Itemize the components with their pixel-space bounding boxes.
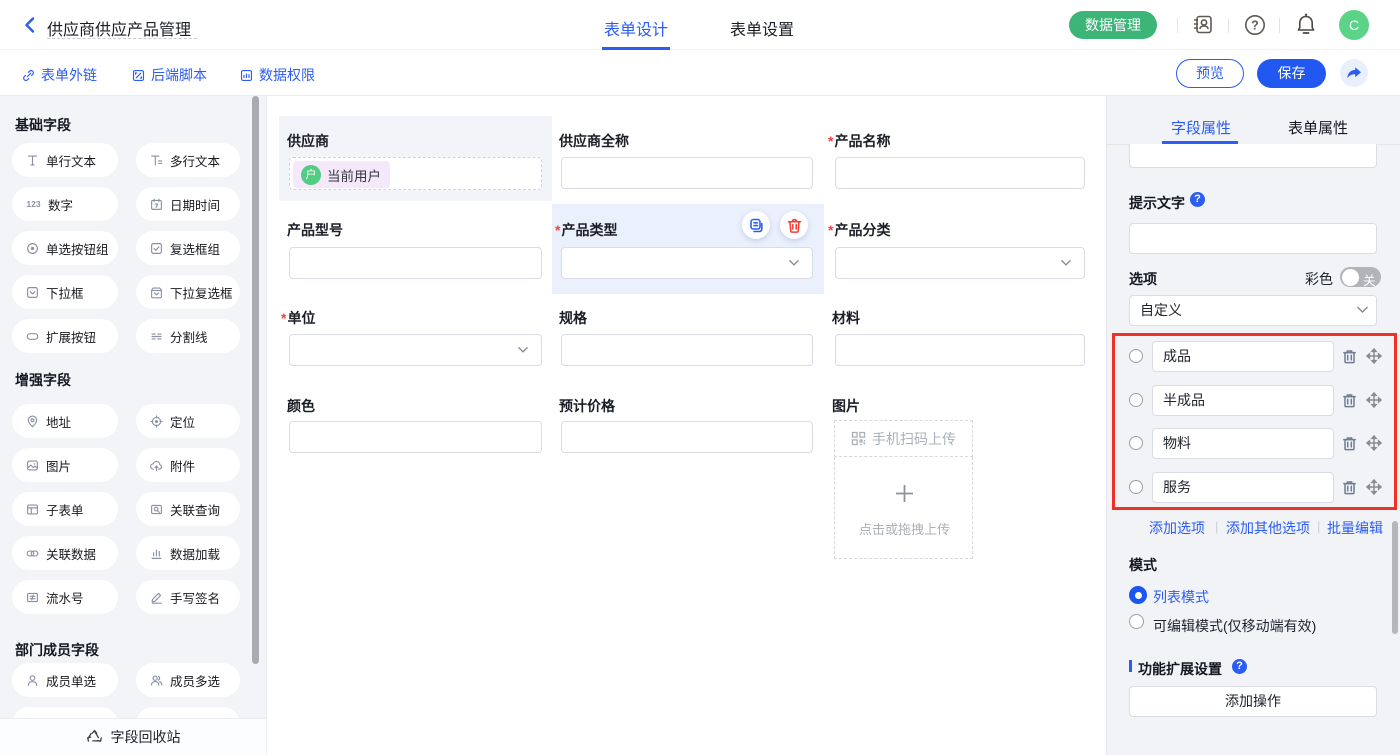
svg-text:?: ? [1251, 19, 1259, 33]
